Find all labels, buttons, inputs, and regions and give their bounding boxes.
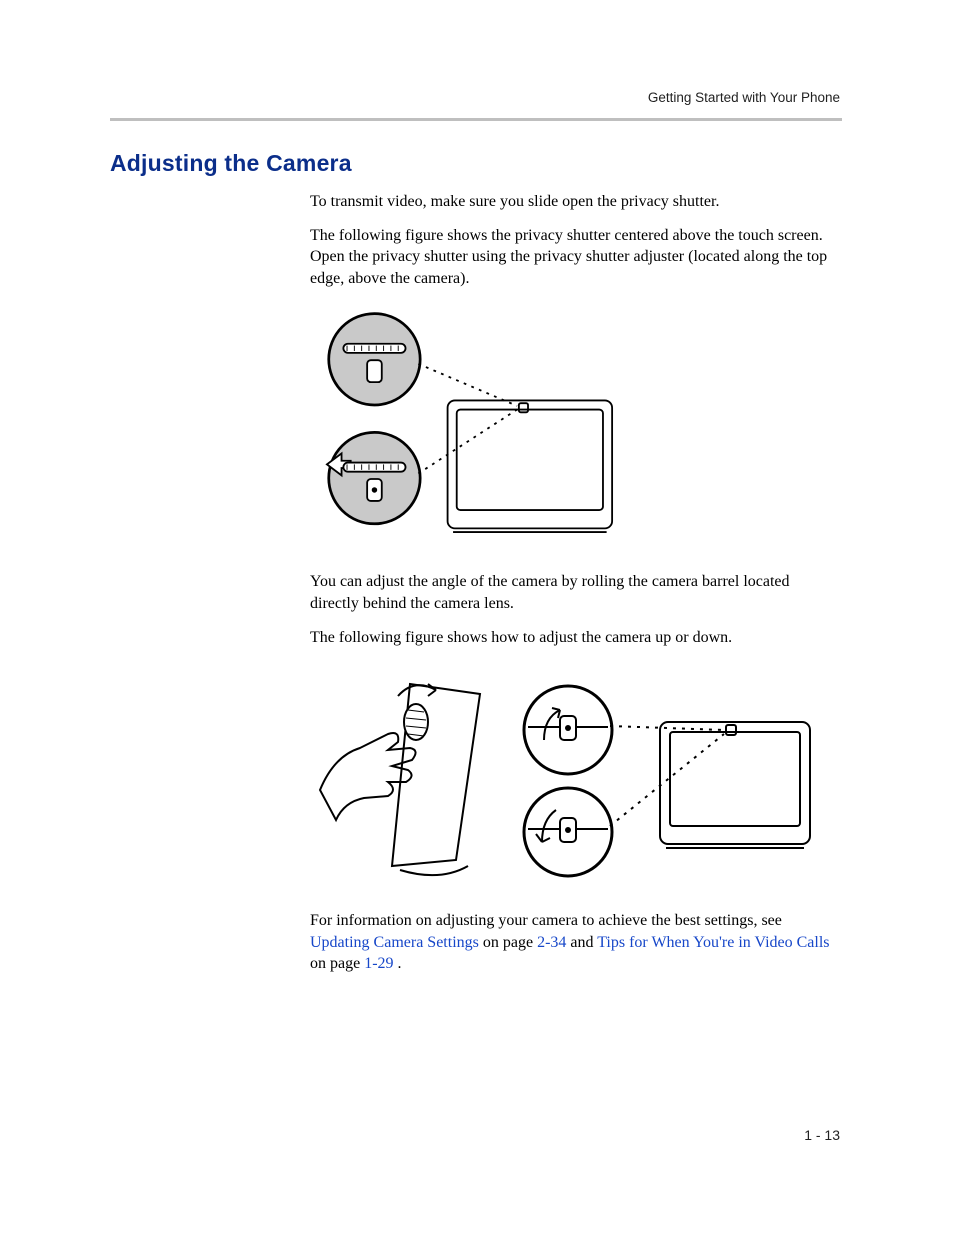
paragraph: To transmit video, make sure you slide o… <box>310 191 830 213</box>
text: and <box>570 934 597 951</box>
link-page-ref-1[interactable]: 2-34 <box>537 934 566 951</box>
paragraph: You can adjust the angle of the camera b… <box>310 571 830 614</box>
text: on page <box>310 955 364 972</box>
body-column: You can adjust the angle of the camera b… <box>310 571 830 648</box>
section-heading: Adjusting the Camera <box>110 150 844 177</box>
text: For information on adjusting your camera… <box>310 912 782 929</box>
link-tips-video-calls[interactable]: Tips for When You're in Video Calls <box>597 934 829 951</box>
running-head: Getting Started with Your Phone <box>648 90 840 105</box>
link-page-ref-2[interactable]: 1-29 <box>364 955 393 972</box>
body-column: For information on adjusting your camera… <box>310 910 830 975</box>
text: . <box>398 955 402 972</box>
paragraph: The following figure shows the privacy s… <box>310 225 830 290</box>
paragraph: For information on adjusting your camera… <box>310 910 830 975</box>
figure-privacy-shutter <box>310 301 660 551</box>
paragraph: The following figure shows how to adjust… <box>310 627 830 649</box>
link-updating-camera-settings[interactable]: Updating Camera Settings <box>310 934 479 951</box>
header-rule <box>110 118 842 121</box>
text: on page <box>483 934 537 951</box>
figure-camera-tilt <box>260 660 820 890</box>
body-column: To transmit video, make sure you slide o… <box>310 191 830 289</box>
page-number: 1 - 13 <box>804 1127 840 1143</box>
